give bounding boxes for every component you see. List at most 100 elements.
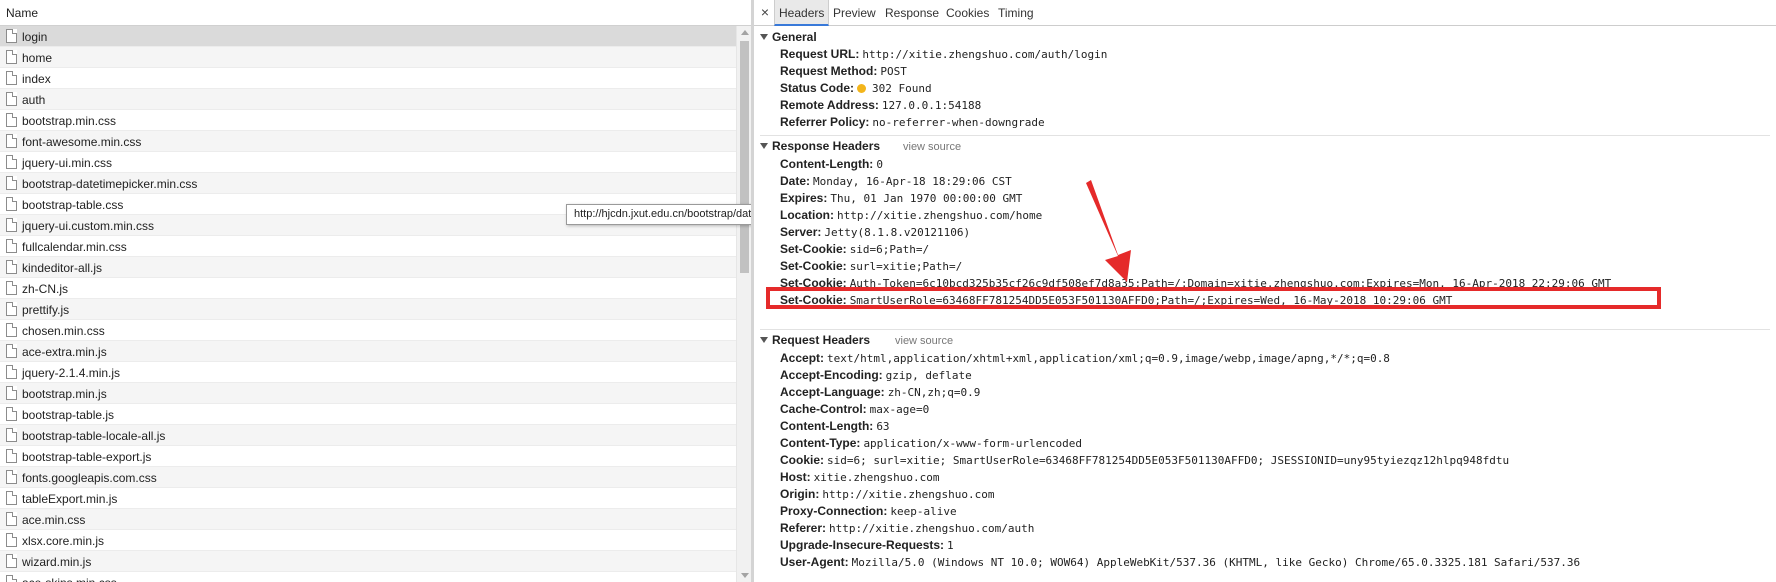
request-row[interactable]: bootstrap-table.js (0, 404, 736, 425)
header-value: 1 (947, 539, 954, 552)
header-value: 0 (876, 158, 883, 171)
header-row: Content-Length: 0 (780, 157, 883, 173)
scroll-down-arrow-icon[interactable] (741, 573, 749, 578)
request-row[interactable]: bootstrap-table-locale-all.js (0, 425, 736, 446)
request-name: ace-extra.min.js (22, 345, 107, 359)
tab-cookies[interactable]: Cookies (942, 0, 993, 26)
response-view-source-link[interactable]: view source (903, 141, 961, 153)
document-icon (6, 512, 17, 526)
request-row[interactable]: index (0, 68, 736, 89)
close-icon[interactable]: × (756, 3, 774, 21)
request-name: fonts.googleapis.com.css (22, 471, 157, 485)
request-row[interactable]: bootstrap-table-export.js (0, 446, 736, 467)
document-icon (6, 554, 17, 568)
header-name: Remote Address: (780, 98, 879, 112)
header-name: Origin: (780, 487, 820, 501)
document-icon (6, 239, 17, 253)
header-name: Location: (780, 208, 834, 222)
request-name: jquery-ui.custom.min.css (22, 219, 155, 233)
document-icon (6, 113, 17, 127)
document-icon (6, 29, 17, 43)
request-headers-title: Request Headers (772, 333, 871, 347)
tab-headers[interactable]: Headers (774, 0, 830, 26)
request-row[interactable]: kindeditor-all.js (0, 257, 736, 278)
request-view-source-link[interactable]: view source (895, 335, 953, 347)
header-value: max-age=0 (869, 403, 930, 416)
request-row[interactable]: jquery-ui.min.css (0, 152, 736, 173)
header-row: Remote Address: 127.0.0.1:54188 (780, 98, 981, 114)
expand-triangle-icon (760, 143, 768, 149)
request-headers-toggle[interactable]: Request Headers (760, 333, 870, 349)
request-name: chosen.min.css (22, 324, 105, 338)
request-name: login (22, 30, 48, 44)
document-icon (6, 491, 17, 505)
header-row: Expires: Thu, 01 Jan 1970 00:00:00 GMT (780, 191, 1022, 207)
name-column-label: Name (6, 6, 39, 20)
request-row[interactable]: home (0, 47, 736, 68)
request-row[interactable]: fonts.googleapis.com.css (0, 467, 736, 488)
header-row: Set-Cookie: surl=xitie;Path=/ (780, 259, 962, 275)
request-row[interactable]: ace.min.css (0, 509, 736, 530)
request-row[interactable]: auth (0, 89, 736, 110)
header-name: Accept-Encoding: (780, 368, 883, 382)
header-value: gzip, deflate (885, 369, 972, 382)
header-row: Accept-Encoding: gzip, deflate (780, 368, 972, 384)
header-row: Date: Monday, 16-Apr-18 18:29:06 CST (780, 174, 1012, 190)
name-column-header[interactable]: Name (0, 0, 751, 26)
tab-timing[interactable]: Timing (994, 0, 1038, 26)
request-name: ace-skins.min.css (22, 576, 117, 582)
header-row: User-Agent: Mozilla/5.0 (Windows NT 10.0;… (780, 555, 1580, 571)
header-value: zh-CN,zh;q=0.9 (887, 386, 981, 399)
request-name: bootstrap.min.js (22, 387, 107, 401)
response-headers-toggle[interactable]: Response Headers (760, 139, 880, 155)
tab-preview[interactable]: Preview (829, 0, 880, 26)
request-row[interactable]: wizard.min.js (0, 551, 736, 572)
request-name: index (22, 72, 51, 86)
request-row[interactable]: chosen.min.css (0, 320, 736, 341)
request-name: zh-CN.js (22, 282, 69, 296)
request-row[interactable]: ace-extra.min.js (0, 341, 736, 362)
document-icon (6, 575, 17, 582)
request-row[interactable]: zh-CN.js (0, 278, 736, 299)
request-row[interactable]: bootstrap-datetimepicker.min.css (0, 173, 736, 194)
header-name: Expires: (780, 191, 828, 205)
request-row[interactable]: ace-skins.min.css (0, 572, 736, 582)
general-section-toggle[interactable]: General (760, 30, 817, 46)
tab-response[interactable]: Response (881, 0, 943, 26)
header-value: POST (880, 65, 907, 78)
header-value: http://xitie.zhengshuo.com/home (837, 209, 1043, 222)
request-row[interactable]: jquery-2.1.4.min.js (0, 362, 736, 383)
request-row[interactable]: login (0, 26, 736, 47)
scroll-thumb[interactable] (740, 41, 749, 273)
request-row[interactable]: font-awesome.min.css (0, 131, 736, 152)
document-icon (6, 365, 17, 379)
header-row: Cookie: sid=6; surl=xitie; SmartUserRole=… (780, 453, 1509, 469)
section-divider (760, 135, 1770, 136)
header-row: Accept: text/html,application/xhtml+xml,a… (780, 351, 1390, 367)
document-icon (6, 155, 17, 169)
general-section-title: General (772, 30, 817, 44)
document-icon (6, 533, 17, 547)
request-row[interactable]: prettify.js (0, 299, 736, 320)
header-value: Thu, 01 Jan 1970 00:00:00 GMT (830, 192, 1023, 205)
request-name: jquery-2.1.4.min.js (22, 366, 121, 380)
request-row[interactable]: bootstrap.min.js (0, 383, 736, 404)
header-value: keep-alive (890, 505, 957, 518)
request-row[interactable]: tableExport.min.js (0, 488, 736, 509)
header-row: Content-Length: 63 (780, 419, 890, 435)
header-name: Cookie: (780, 453, 825, 467)
request-row[interactable]: bootstrap.min.css (0, 110, 736, 131)
header-value: sid=6;Path=/ (849, 243, 930, 256)
scroll-up-arrow-icon[interactable] (741, 30, 749, 35)
header-name: User-Agent: (780, 555, 849, 569)
header-value: Mozilla/5.0 (Windows NT 10.0; WOW64) App… (851, 556, 1581, 569)
request-name: kindeditor-all.js (22, 261, 103, 275)
header-row: Request URL: http://xitie.zhengshuo.com/a… (780, 47, 1107, 63)
document-icon (6, 176, 17, 190)
request-row[interactable]: xlsx.core.min.js (0, 530, 736, 551)
list-scrollbar[interactable] (736, 26, 751, 582)
header-value: 63 (876, 420, 890, 433)
header-name: Host: (780, 470, 811, 484)
request-row[interactable]: fullcalendar.min.css (0, 236, 736, 257)
request-name: auth (22, 93, 46, 107)
